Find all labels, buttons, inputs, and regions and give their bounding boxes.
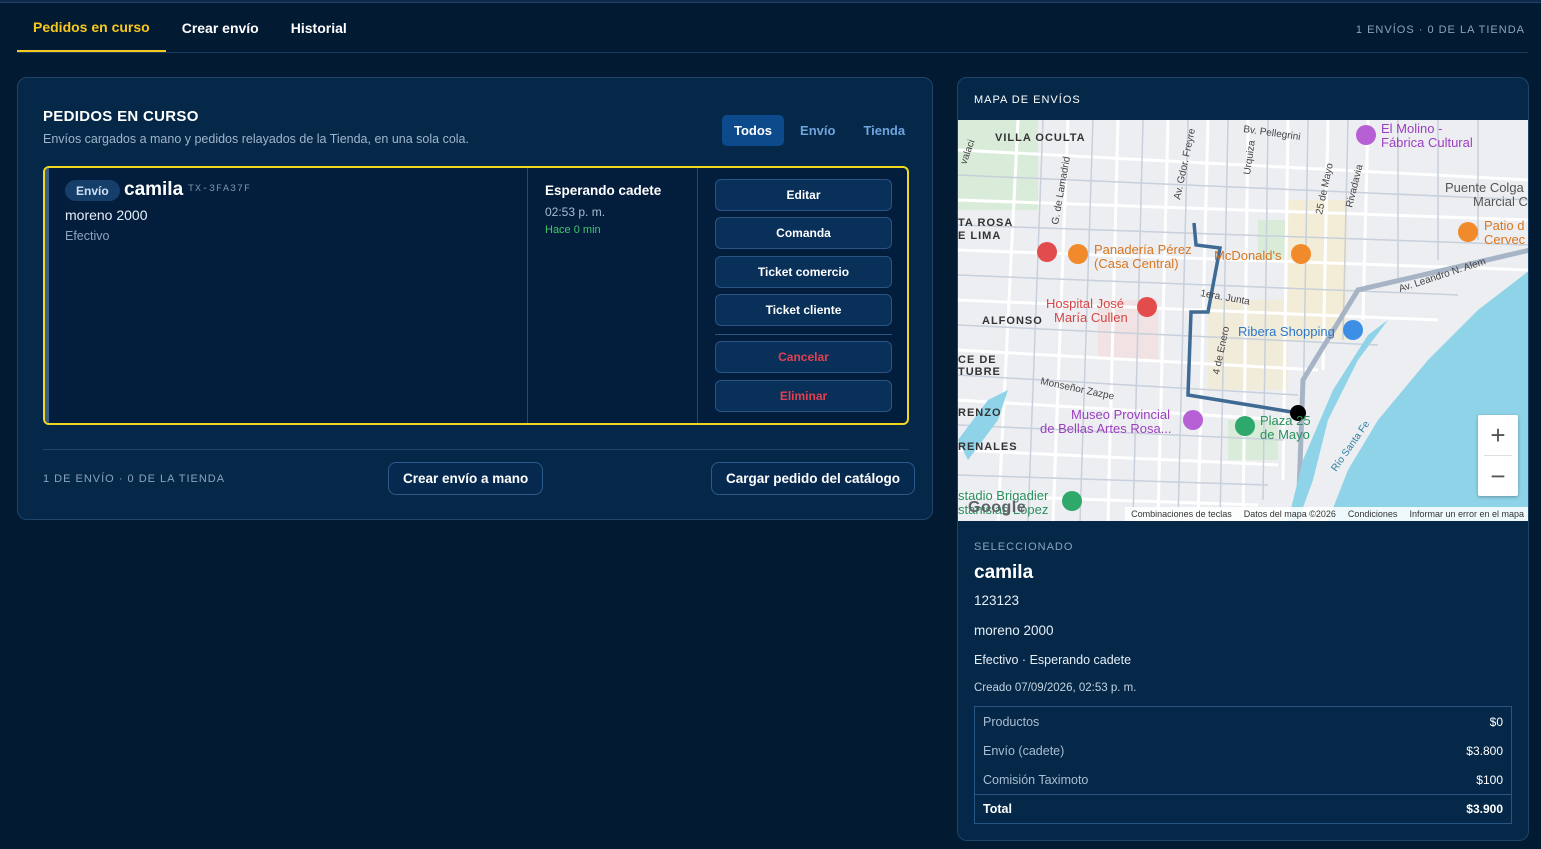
map-attribution: Combinaciones de teclas Datos del mapa ©… xyxy=(1125,507,1528,521)
order-elapsed: Hace 0 min xyxy=(545,224,601,236)
zoom-out-button[interactable]: − xyxy=(1478,456,1518,496)
zoom-in-button[interactable]: + xyxy=(1478,415,1518,455)
svg-text:Panadería Pérez: Panadería Pérez xyxy=(1094,242,1192,257)
selected-address: moreno 2000 xyxy=(974,623,1054,638)
svg-text:(Casa Central): (Casa Central) xyxy=(1094,256,1179,271)
actions-divider xyxy=(715,334,892,335)
footer-counts: 1 DE ENVÍO · 0 DE LA TIENDA xyxy=(43,473,226,485)
filter-tienda[interactable]: Tienda xyxy=(851,115,917,146)
zoom-control: + − xyxy=(1478,415,1518,496)
svg-text:El Molino -: El Molino - xyxy=(1381,121,1442,136)
svg-text:TA ROSA: TA ROSA xyxy=(958,217,1013,229)
selected-created: Creado 07/09/2026, 02:53 p. m. xyxy=(974,682,1137,694)
order-id: TX-3FA37F xyxy=(188,184,252,195)
order-address: moreno 2000 xyxy=(65,207,148,223)
edit-button[interactable]: Editar xyxy=(715,179,892,211)
totals-row-value: $3.800 xyxy=(1466,743,1503,758)
comanda-button[interactable]: Comanda xyxy=(715,217,892,249)
svg-text:Marcial C: Marcial C xyxy=(1473,194,1528,209)
card-accent xyxy=(45,168,49,423)
svg-text:Fábrica Cultural: Fábrica Cultural xyxy=(1381,135,1473,150)
create-manual-button[interactable]: Crear envío a mano xyxy=(388,462,544,495)
cancel-button[interactable]: Cancelar xyxy=(715,341,892,373)
svg-text:Hospital José: Hospital José xyxy=(1046,296,1124,311)
filter-todos[interactable]: Todos xyxy=(722,115,785,146)
map-panel: MAPA DE ENVÍOS VILLA OCULTA TA ROSA E LI… xyxy=(957,77,1529,841)
svg-text:Patio d: Patio d xyxy=(1484,218,1524,233)
delivery-map[interactable]: VILLA OCULTA TA ROSA E LIMA ALFONSO CE D… xyxy=(958,120,1528,521)
map-title: MAPA DE ENVÍOS xyxy=(974,94,1081,106)
svg-text:María Cullen: María Cullen xyxy=(1054,310,1128,325)
order-status: Esperando cadete xyxy=(545,183,662,198)
main-tabs: Pedidos en curso Crear envío Historial xyxy=(17,3,363,53)
google-logo: Google xyxy=(968,499,1027,516)
header-counts: 1 ENVÍOS · 0 DE LA TIENDA xyxy=(1355,24,1525,36)
panel-title: PEDIDOS EN CURSO xyxy=(43,108,199,125)
totals-row-label: Productos xyxy=(983,714,1040,729)
svg-text:E LIMA: E LIMA xyxy=(958,230,1001,242)
svg-text:Ribera Shopping: Ribera Shopping xyxy=(1238,324,1335,339)
tab-pedidos-en-curso[interactable]: Pedidos en curso xyxy=(17,3,166,53)
svg-text:CE DE: CE DE xyxy=(958,354,997,366)
totals-total-row: Total $3.900 xyxy=(975,794,1511,823)
filter-envio[interactable]: Envío xyxy=(788,115,847,146)
map-data-label: Datos del mapa ©2026 xyxy=(1243,509,1336,519)
ticket-comercio-button[interactable]: Ticket comercio xyxy=(715,256,892,288)
filter-group: Todos Envío Tienda xyxy=(722,115,917,146)
column-divider xyxy=(527,168,528,423)
panel-subtitle: Envíos cargados a mano y pedidos relayad… xyxy=(43,132,469,146)
totals-row: Productos $0 xyxy=(975,707,1511,736)
ticket-cliente-button[interactable]: Ticket cliente xyxy=(715,294,892,326)
column-divider xyxy=(697,168,698,423)
svg-text:TUBRE: TUBRE xyxy=(958,366,1001,378)
order-card[interactable]: Envío camila TX-3FA37F moreno 2000 Efect… xyxy=(43,166,909,425)
totals-row-value: $0 xyxy=(1489,714,1503,729)
total-value: $3.900 xyxy=(1466,802,1503,816)
terms-link[interactable]: Condiciones xyxy=(1348,509,1398,519)
type-badge: Envío xyxy=(65,180,120,201)
selected-name: camila xyxy=(974,562,1034,583)
client-name: camila xyxy=(124,179,184,200)
selected-label: SELECCIONADO xyxy=(974,541,1074,553)
svg-text:ALFONSO: ALFONSO xyxy=(982,315,1043,327)
selected-phone: 123123 xyxy=(974,593,1020,608)
totals-row: Comisión Taximoto $100 xyxy=(975,765,1511,794)
svg-text:RENZO: RENZO xyxy=(958,407,1002,419)
svg-text:Puente Colga: Puente Colga xyxy=(1445,180,1525,195)
svg-text:VILLA OCULTA: VILLA OCULTA xyxy=(995,132,1086,144)
delete-button[interactable]: Eliminar xyxy=(715,380,892,412)
tab-crear-envio[interactable]: Crear envío xyxy=(166,3,275,53)
svg-text:Cervec: Cervec xyxy=(1484,232,1526,247)
svg-text:de Bellas Artes Rosa...: de Bellas Artes Rosa... xyxy=(1040,421,1172,436)
tab-historial[interactable]: Historial xyxy=(275,3,363,53)
totals-row-label: Envío (cadete) xyxy=(983,743,1065,758)
selected-payment-status: Efectivo · Esperando cadete xyxy=(974,653,1132,667)
orders-panel: PEDIDOS EN CURSO Envíos cargados a mano … xyxy=(17,77,933,520)
svg-text:Plaza 25: Plaza 25 xyxy=(1260,413,1311,428)
totals-row-value: $100 xyxy=(1476,772,1503,787)
svg-text:RENALES: RENALES xyxy=(958,441,1018,453)
load-catalog-button[interactable]: Cargar pedido del catálogo xyxy=(711,462,916,495)
order-payment: Efectivo xyxy=(65,229,110,243)
keyboard-shortcuts-link[interactable]: Combinaciones de teclas xyxy=(1131,509,1232,519)
svg-text:McDonald's: McDonald's xyxy=(1214,248,1282,263)
totals-row-label: Comisión Taximoto xyxy=(983,772,1089,787)
totals-table: Productos $0 Envío (cadete) $3.800 Comis… xyxy=(974,706,1512,824)
tabs-divider xyxy=(17,52,1528,53)
svg-text:de Mayo: de Mayo xyxy=(1260,427,1310,442)
footer-divider xyxy=(43,449,909,450)
svg-text:Museo Provincial: Museo Provincial xyxy=(1071,407,1170,422)
total-label: Total xyxy=(983,802,1012,816)
report-error-link[interactable]: Informar un error en el mapa xyxy=(1409,509,1524,519)
map-canvas: VILLA OCULTA TA ROSA E LIMA ALFONSO CE D… xyxy=(958,120,1528,521)
order-time: 02:53 p. m. xyxy=(545,205,606,219)
totals-row: Envío (cadete) $3.800 xyxy=(975,736,1511,765)
